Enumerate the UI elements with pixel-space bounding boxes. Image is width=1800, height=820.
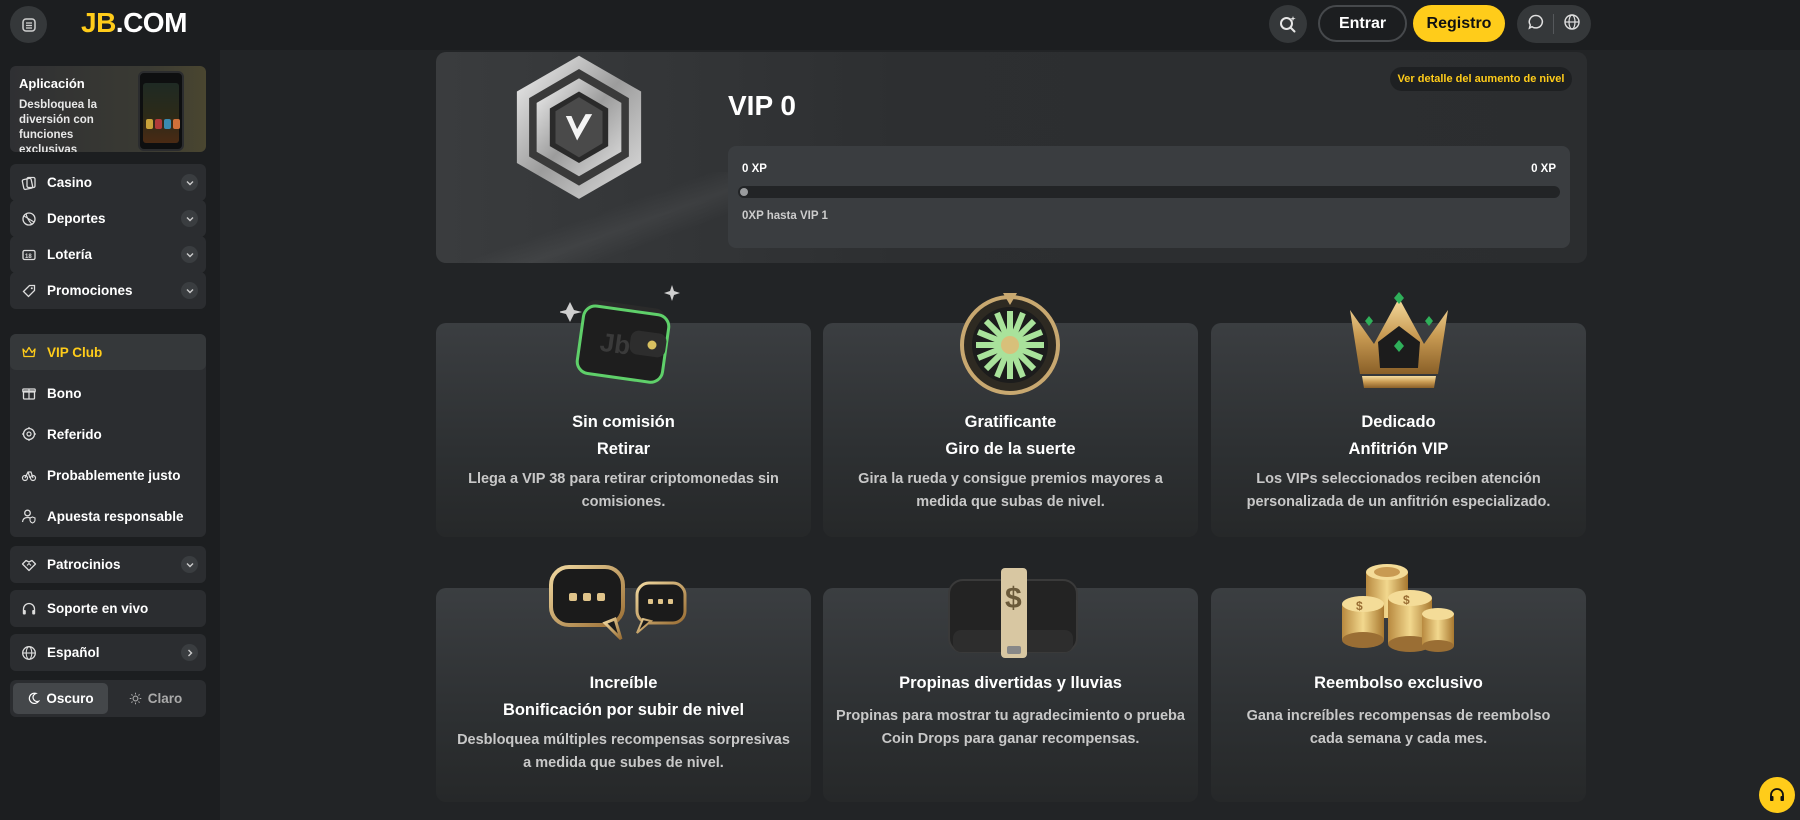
phone-image xyxy=(138,71,184,151)
feature-subtitle: Anfitrión VIP xyxy=(1348,440,1449,458)
sidebar-item-vip-club[interactable]: VIP Club xyxy=(10,334,206,370)
sidebar-item-referido[interactable]: Referido xyxy=(10,416,206,452)
feature-title: Dedicado xyxy=(1361,413,1436,431)
theme-light-button[interactable]: Claro xyxy=(108,683,203,714)
feature-description: Gana increíbles recompensas de reembolso… xyxy=(1246,708,1551,747)
feature-subtitle: Retirar xyxy=(596,440,651,458)
menu-toggle-button[interactable] xyxy=(10,6,47,43)
chevron-down-icon[interactable] xyxy=(181,174,198,191)
casino-icon xyxy=(20,174,38,192)
app-promo-banner[interactable]: Aplicación Desbloquea la diversión con f… xyxy=(10,66,206,152)
chevron-down-icon[interactable] xyxy=(181,282,198,299)
svg-text:$: $ xyxy=(1005,582,1022,615)
chevron-down-icon[interactable] xyxy=(181,556,198,573)
feature-subtitle: Bonificación por subir de nivel xyxy=(502,701,745,719)
sidebar-item-bono[interactable]: Bono xyxy=(10,375,206,411)
xp-current: 0 XP xyxy=(742,163,767,175)
live-support-fab[interactable] xyxy=(1759,777,1795,813)
globe-icon xyxy=(20,644,38,662)
search-icon xyxy=(1280,16,1296,33)
top-header: JB.COM Entrar Registro xyxy=(0,0,1800,50)
sidebar-item-probablemente-justo[interactable]: Probablemente justo xyxy=(10,457,206,493)
sidebar-item-loteria[interactable]: 18 Lotería xyxy=(10,236,206,273)
feature-subtitle: Giro de la suerte xyxy=(945,440,1076,458)
feature-title: Increíble xyxy=(589,674,658,692)
feature-title: Gratificante xyxy=(964,413,1057,431)
feature-description: Gira la rueda y consigue premios mayores… xyxy=(858,471,1163,510)
sidebar-item-idioma[interactable]: Español xyxy=(10,634,206,671)
xp-progress-bar xyxy=(738,186,1560,198)
chat-icon xyxy=(1528,14,1544,29)
crown-icon xyxy=(20,343,38,361)
xp-hint: 0XP hasta VIP 1 xyxy=(742,210,828,222)
fair-icon xyxy=(20,466,38,484)
svg-text:$: $ xyxy=(1356,599,1363,613)
handshake-icon xyxy=(20,556,38,574)
sidebar: Aplicación Desbloquea la diversión con f… xyxy=(0,50,220,820)
vip-level-title: VIP 0 xyxy=(728,90,796,121)
feature-title: Reembolso exclusivo xyxy=(1314,674,1483,692)
coins-icon: $ $ xyxy=(1342,564,1454,652)
sidebar-item-deportes[interactable]: Deportes xyxy=(10,200,206,237)
menu-icon xyxy=(21,17,36,32)
sports-ball-icon xyxy=(20,210,38,228)
divider xyxy=(1553,14,1555,34)
sidebar-item-apuesta-responsable[interactable]: Apuesta responsable xyxy=(10,498,206,534)
theme-dark-button[interactable]: Oscuro xyxy=(13,683,108,714)
xp-target: 0 XP xyxy=(1531,163,1556,175)
user-shield-icon xyxy=(20,507,38,525)
svg-text:Jb: Jb xyxy=(598,327,632,361)
theme-switch: Oscuro Claro xyxy=(10,680,206,717)
lottery-icon: 18 xyxy=(20,246,38,264)
feature-description: Los VIPs seleccionados reciben atención … xyxy=(1246,471,1551,510)
sidebar-item-casino[interactable]: Casino xyxy=(10,164,206,201)
sidebar-item-soporte[interactable]: Soporte en vivo xyxy=(10,590,206,627)
xp-progress-indicator xyxy=(740,188,748,196)
chat-bubbles-icon xyxy=(549,565,687,641)
xp-progress-panel: 0 XP 0 XP 0XP hasta VIP 1 xyxy=(728,146,1570,248)
register-button[interactable]: Registro xyxy=(1413,5,1505,42)
wallet-icon: Jb xyxy=(560,285,680,384)
briefcase-icon: $ xyxy=(948,568,1078,658)
referral-icon xyxy=(20,425,38,443)
feature-title: Propinas divertidas y lluvias xyxy=(899,674,1122,692)
feature-description: Propinas para mostrar tu agradecimiento … xyxy=(836,708,1185,747)
feature-description: Llega a VIP 38 para retirar criptomoneda… xyxy=(468,471,779,510)
brand-logo[interactable]: JB.COM xyxy=(81,9,187,37)
svg-text:$: $ xyxy=(1403,593,1410,607)
feature-description: Desbloquea múltiples recompensas sorpres… xyxy=(457,732,790,771)
vip-badge-icon xyxy=(516,55,642,199)
feature-title: Sin comisión xyxy=(572,413,675,431)
crown-icon xyxy=(1350,292,1448,388)
search-button[interactable] xyxy=(1269,5,1307,43)
level-detail-link[interactable]: Ver detalle del aumento de nivel xyxy=(1390,67,1572,91)
chevron-right-icon[interactable] xyxy=(181,644,198,661)
headset-icon xyxy=(20,600,38,618)
chevron-down-icon[interactable] xyxy=(181,246,198,263)
login-button[interactable]: Entrar xyxy=(1318,5,1407,42)
gift-icon xyxy=(20,384,38,402)
language-button[interactable] xyxy=(1563,13,1581,36)
sidebar-group-vip: VIP Club Bono Referido Probablemente jus… xyxy=(10,334,206,537)
vip-status-card: VIP 0 Ver detalle del aumento de nivel 0… xyxy=(436,52,1587,263)
headset-icon xyxy=(1770,788,1784,801)
wheel-icon xyxy=(960,293,1060,395)
chevron-down-icon[interactable] xyxy=(181,210,198,227)
app-promo-description: Desbloquea la diversión con funciones ex… xyxy=(19,99,97,152)
header-utilities xyxy=(1517,5,1591,43)
svg-text:18: 18 xyxy=(25,254,32,260)
chat-button[interactable] xyxy=(1527,13,1545,36)
moon-icon xyxy=(29,692,41,704)
sun-icon xyxy=(129,692,141,705)
sidebar-item-patrocinios[interactable]: Patrocinios xyxy=(10,546,206,583)
sidebar-item-promociones[interactable]: Promociones xyxy=(10,272,206,309)
globe-icon xyxy=(1564,13,1580,30)
tag-icon xyxy=(20,282,38,300)
